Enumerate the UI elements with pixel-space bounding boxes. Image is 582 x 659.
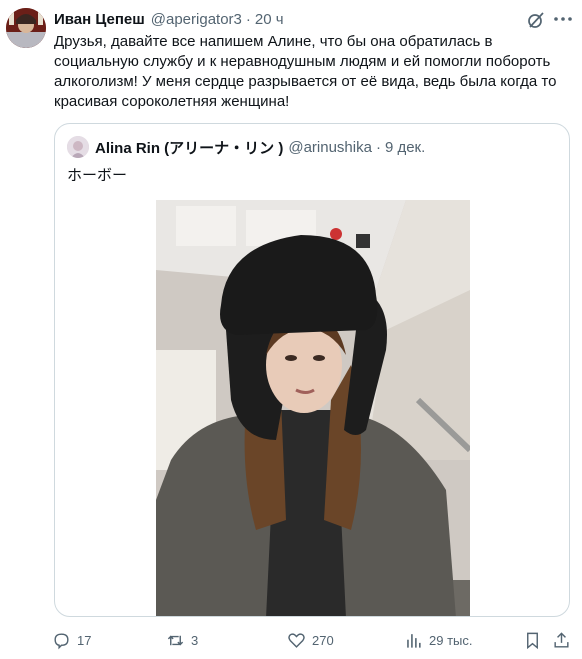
grok-icon[interactable] [526, 10, 546, 30]
quoted-author-handle[interactable]: @arinushika [288, 139, 372, 156]
repost-count: 3 [191, 633, 199, 648]
separator-dot: · [245, 10, 251, 28]
bookmark-icon [527, 632, 538, 650]
share-button[interactable] [552, 631, 571, 650]
author-avatar[interactable] [6, 8, 46, 48]
repost-icon [167, 635, 184, 646]
reply-count: 17 [77, 633, 92, 648]
quoted-photo[interactable] [156, 200, 473, 616]
tweet-header: Иван Цепеш @aperigator3 · 20 ч [54, 9, 522, 29]
quoted-text: ホーボー [67, 167, 128, 184]
like-count: 270 [312, 633, 334, 648]
reply-button[interactable]: 17 [52, 631, 91, 650]
quoted-time[interactable]: 9 дек. [385, 139, 425, 156]
more-options-icon[interactable] [552, 8, 574, 30]
views-button[interactable]: 29 тыс. [404, 631, 472, 650]
share-icon [554, 632, 569, 648]
views-count: 29 тыс. [429, 633, 473, 648]
views-chart-icon [407, 634, 421, 648]
bookmark-button[interactable] [523, 631, 542, 650]
tweet-actions: 17 3 270 29 тыс. [0, 626, 582, 656]
quoted-header: Alina Rin (アリーナ・リン ) @arinushika · 9 дек… [95, 136, 425, 158]
author-handle[interactable]: @aperigator3 [151, 11, 242, 28]
tweet-time[interactable]: 20 ч [255, 11, 284, 28]
quoted-author-avatar[interactable] [67, 136, 89, 158]
quoted-tweet[interactable]: Alina Rin (アリーナ・リン ) @arinushika · 9 дек… [54, 123, 570, 617]
quoted-separator-dot: · [375, 138, 381, 156]
tweet-text: Друзья, давайте все напишем Алине, что б… [54, 33, 557, 110]
quoted-author-name[interactable]: Alina Rin (アリーナ・リン ) [95, 137, 283, 158]
like-button[interactable]: 270 [287, 631, 334, 650]
author-name[interactable]: Иван Цепеш [54, 11, 145, 28]
repost-button[interactable]: 3 [166, 631, 198, 650]
reply-icon [54, 633, 69, 650]
heart-icon [288, 633, 305, 648]
